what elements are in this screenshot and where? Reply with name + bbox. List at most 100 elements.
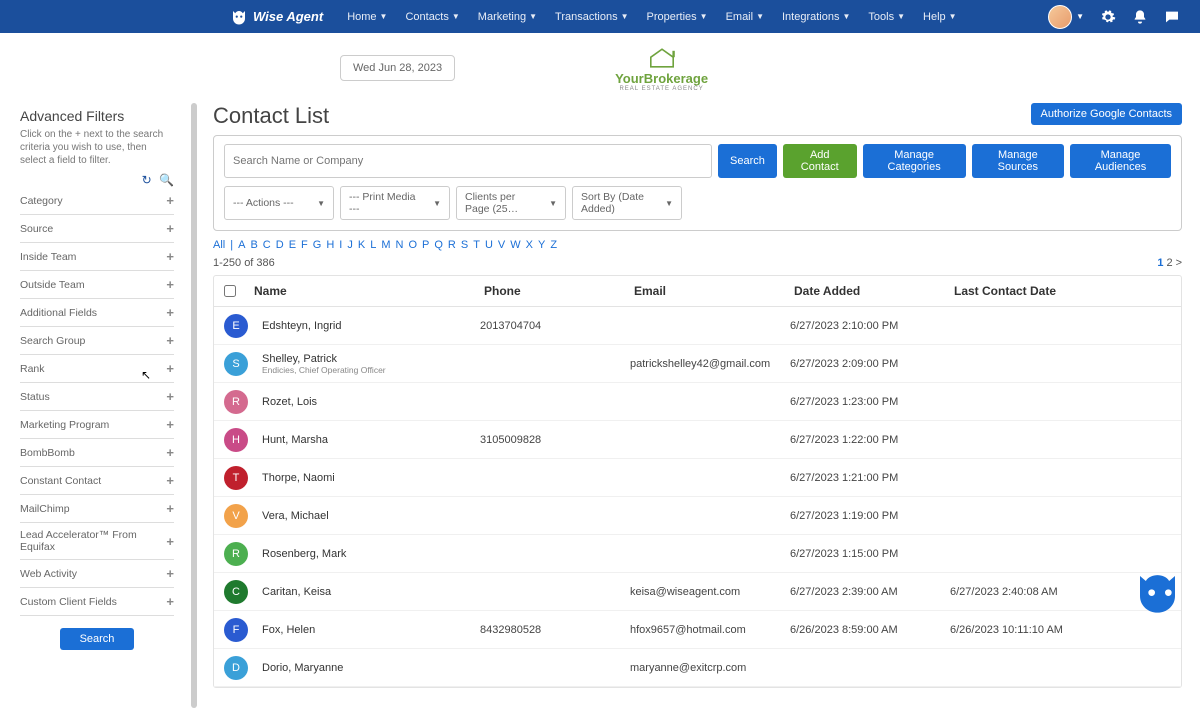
table-row[interactable]: HHunt, Marsha31050098286/27/2023 1:22:00… xyxy=(214,421,1181,459)
filter-bombbomb[interactable]: BombBomb+ xyxy=(20,439,174,467)
alpha-D[interactable]: D xyxy=(276,239,284,251)
alpha-H[interactable]: H xyxy=(326,239,334,251)
filter-category[interactable]: Category+ xyxy=(20,187,174,215)
nav-properties[interactable]: Properties▼ xyxy=(638,11,717,23)
nav-transactions[interactable]: Transactions▼ xyxy=(546,11,637,23)
alpha-W[interactable]: W xyxy=(510,239,520,251)
select-all-checkbox[interactable] xyxy=(224,285,236,297)
alpha-Z[interactable]: Z xyxy=(550,239,557,251)
table-row[interactable]: SShelley, PatrickEndicies, Chief Operati… xyxy=(214,345,1181,383)
actions-dropdown[interactable]: --- Actions ---▼ xyxy=(224,186,334,220)
nav-contacts[interactable]: Contacts▼ xyxy=(396,11,468,23)
search-input[interactable] xyxy=(224,144,712,178)
col-date-added[interactable]: Date Added xyxy=(794,284,954,298)
nav-help[interactable]: Help▼ xyxy=(914,11,966,23)
page-1[interactable]: 1 xyxy=(1157,257,1163,269)
alpha-M[interactable]: M xyxy=(381,239,390,251)
alpha-V[interactable]: V xyxy=(498,239,505,251)
chevron-down-icon: ▼ xyxy=(756,12,764,21)
nav-tools[interactable]: Tools▼ xyxy=(859,11,914,23)
alpha-N[interactable]: N xyxy=(395,239,403,251)
filter-marketing-program[interactable]: Marketing Program+ xyxy=(20,411,174,439)
alpha-B[interactable]: B xyxy=(250,239,257,251)
page-2[interactable]: 2 xyxy=(1166,257,1172,269)
alpha-L[interactable]: L xyxy=(370,239,376,251)
alpha-U[interactable]: U xyxy=(485,239,493,251)
cell-date-added: 6/27/2023 1:21:00 PM xyxy=(790,472,950,484)
alpha-T[interactable]: T xyxy=(473,239,480,251)
alpha-I[interactable]: I xyxy=(339,239,342,251)
filter-status[interactable]: Status+ xyxy=(20,383,174,411)
sidebar-search-button[interactable]: Search xyxy=(60,628,135,650)
cell-name: Edshteyn, Ingrid xyxy=(262,320,480,332)
alpha-G[interactable]: G xyxy=(313,239,322,251)
col-last-contact[interactable]: Last Contact Date xyxy=(954,284,1134,298)
cell-name: Rozet, Lois xyxy=(262,396,480,408)
alpha-R[interactable]: R xyxy=(448,239,456,251)
filter-search-group[interactable]: Search Group+ xyxy=(20,327,174,355)
filter-web-activity[interactable]: Web Activity+ xyxy=(20,560,174,588)
table-row[interactable]: RRosenberg, Mark6/27/2023 1:15:00 PM xyxy=(214,535,1181,573)
authorize-google-button[interactable]: Authorize Google Contacts xyxy=(1031,103,1182,125)
bell-icon[interactable] xyxy=(1132,9,1148,25)
alpha-Y[interactable]: Y xyxy=(538,239,545,251)
alpha-A[interactable]: A xyxy=(238,239,245,251)
alpha-F[interactable]: F xyxy=(301,239,308,251)
message-icon[interactable] xyxy=(1164,9,1180,25)
filter-additional-fields[interactable]: Additional Fields+ xyxy=(20,299,174,327)
help-owl-icon[interactable] xyxy=(1135,571,1185,616)
alpha-S[interactable]: S xyxy=(461,239,468,251)
filter-lead-accelerator-from-equifax[interactable]: Lead Accelerator™ From Equifax+ xyxy=(20,523,174,560)
nav-integrations[interactable]: Integrations▼ xyxy=(773,11,859,23)
nav-email[interactable]: Email▼ xyxy=(717,11,773,23)
col-name[interactable]: Name xyxy=(254,284,484,298)
date-display[interactable]: Wed Jun 28, 2023 xyxy=(340,55,455,81)
table-row[interactable]: FFox, Helen8432980528hfox9657@hotmail.co… xyxy=(214,611,1181,649)
table-row[interactable]: VVera, Michael6/27/2023 1:19:00 PM xyxy=(214,497,1181,535)
table-row[interactable]: RRozet, Lois6/27/2023 1:23:00 PM xyxy=(214,383,1181,421)
alpha-|: | xyxy=(230,239,233,251)
table-row[interactable]: EEdshteyn, Ingrid20137047046/27/2023 2:1… xyxy=(214,307,1181,345)
sort-by-dropdown[interactable]: Sort By (Date Added)▼ xyxy=(572,186,682,220)
col-phone[interactable]: Phone xyxy=(484,284,634,298)
alpha-C[interactable]: C xyxy=(263,239,271,251)
page-next[interactable]: > xyxy=(1176,257,1182,269)
plus-icon: + xyxy=(166,277,174,292)
filter-constant-contact[interactable]: Constant Contact+ xyxy=(20,467,174,495)
nav-marketing[interactable]: Marketing▼ xyxy=(469,11,546,23)
contact-avatar: C xyxy=(224,580,248,604)
alpha-X[interactable]: X xyxy=(526,239,533,251)
alpha-K[interactable]: K xyxy=(358,239,365,251)
table-row[interactable]: TThorpe, Naomi6/27/2023 1:21:00 PM xyxy=(214,459,1181,497)
sidebar-scrollbar[interactable] xyxy=(191,103,197,708)
gear-icon[interactable] xyxy=(1100,9,1116,25)
alpha-J[interactable]: J xyxy=(347,239,353,251)
table-row[interactable]: DDorio, Maryannemaryanne@exitcrp.com xyxy=(214,649,1181,687)
alpha-P[interactable]: P xyxy=(422,239,429,251)
alpha-Q[interactable]: Q xyxy=(434,239,443,251)
filter-outside-team[interactable]: Outside Team+ xyxy=(20,271,174,299)
manage-sources-button[interactable]: Manage Sources xyxy=(972,144,1064,178)
brand-logo[interactable]: Wise Agent xyxy=(230,8,323,26)
filter-mailchimp[interactable]: MailChimp+ xyxy=(20,495,174,523)
alpha-E[interactable]: E xyxy=(289,239,296,251)
manage-audiences-button[interactable]: Manage Audiences xyxy=(1070,144,1171,178)
user-menu[interactable]: ▼ xyxy=(1048,5,1084,29)
col-email[interactable]: Email xyxy=(634,284,794,298)
filter-inside-team[interactable]: Inside Team+ xyxy=(20,243,174,271)
alpha-All[interactable]: All xyxy=(213,239,225,251)
print-media-dropdown[interactable]: --- Print Media ---▼ xyxy=(340,186,450,220)
refresh-icon[interactable]: ↻ xyxy=(142,173,152,187)
top-navbar: Wise Agent Home▼Contacts▼Marketing▼Trans… xyxy=(0,0,1200,33)
alpha-O[interactable]: O xyxy=(408,239,417,251)
nav-home[interactable]: Home▼ xyxy=(338,11,396,23)
manage-categories-button[interactable]: Manage Categories xyxy=(863,144,966,178)
search-icon[interactable]: 🔍 xyxy=(159,173,174,187)
filter-source[interactable]: Source+ xyxy=(20,215,174,243)
add-contact-button[interactable]: Add Contact xyxy=(783,144,857,178)
clients-per-page-dropdown[interactable]: Clients per Page (25…▼ xyxy=(456,186,566,220)
search-button[interactable]: Search xyxy=(718,144,777,178)
table-row[interactable]: CCaritan, Keisakeisa@wiseagent.com6/27/2… xyxy=(214,573,1181,611)
main-nav: Home▼Contacts▼Marketing▼Transactions▼Pro… xyxy=(338,11,965,23)
filter-custom-client-fields[interactable]: Custom Client Fields+ xyxy=(20,588,174,616)
